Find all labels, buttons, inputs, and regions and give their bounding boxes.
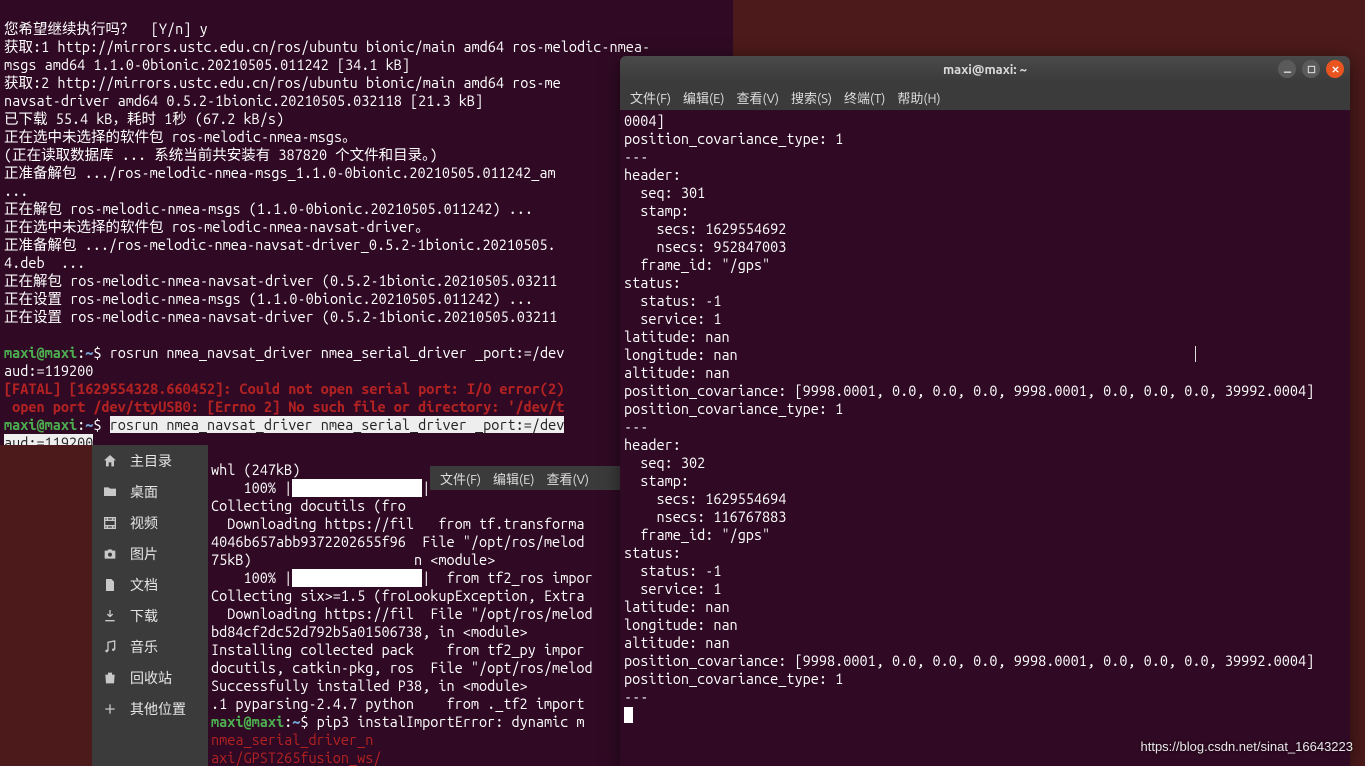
text-caret bbox=[1195, 346, 1196, 362]
command-text: pip3 instalImportError: dynamic m bbox=[317, 713, 585, 730]
command-highlighted: rosrun nmea_navsat_driver nmea_serial_dr… bbox=[110, 416, 565, 433]
command-text: rosrun nmea_navsat_driver nmea_serial_dr… bbox=[110, 344, 565, 361]
sidebar-item-label: 视频 bbox=[130, 513, 158, 533]
maximize-button[interactable] bbox=[1302, 60, 1320, 78]
sidebar-item-other[interactable]: 其他位置 bbox=[92, 693, 208, 724]
sidebar-item-label: 下载 bbox=[130, 606, 158, 626]
music-icon bbox=[102, 639, 118, 655]
menu-view[interactable]: 查看(V) bbox=[547, 469, 589, 488]
watermark: https://blog.csdn.net/sinat_16643223 bbox=[1141, 739, 1354, 754]
plus-icon bbox=[102, 701, 118, 717]
sidebar-item-trash[interactable]: 回收站 bbox=[92, 662, 208, 693]
prompt-user: maxi@maxi bbox=[4, 416, 77, 433]
menu-help[interactable]: 帮助(H) bbox=[897, 88, 940, 107]
sidebar-item-desktop[interactable]: 桌面 bbox=[92, 476, 208, 507]
sidebar-item-images[interactable]: 图片 bbox=[92, 538, 208, 569]
close-button[interactable] bbox=[1326, 60, 1344, 78]
menu-file[interactable]: 文件(F) bbox=[440, 469, 481, 488]
menubar: 文件(F) 编辑(E) 查看(V) 搜索(S) 终端(T) 帮助(H) bbox=[620, 84, 1350, 110]
prompt-user: maxi@maxi bbox=[4, 344, 77, 361]
menu-search[interactable]: 搜索(S) bbox=[791, 88, 832, 107]
right-terminal[interactable]: 0004] position_covariance_type: 1 --- he… bbox=[620, 110, 1350, 766]
sidebar-item-downloads[interactable]: 下载 bbox=[92, 600, 208, 631]
camera-icon bbox=[102, 546, 118, 562]
sidebar-item-videos[interactable]: 视频 bbox=[92, 507, 208, 538]
menu-view[interactable]: 查看(V) bbox=[737, 88, 779, 107]
window-title: maxi@maxi: ~ bbox=[943, 63, 1027, 77]
download-icon bbox=[102, 608, 118, 624]
sidebar-item-label: 主目录 bbox=[130, 451, 172, 471]
error-output: [FATAL] [1629554328.660452]: Could not o… bbox=[4, 380, 564, 415]
terminal-output: | from tf2_ros impor Collecting six>=1.5… bbox=[211, 569, 593, 712]
menu-edit[interactable]: 编辑(E) bbox=[683, 88, 724, 107]
progress-bar: xxxxxxxxxxx bbox=[292, 479, 422, 497]
trash-icon bbox=[102, 670, 118, 686]
sidebar-item-documents[interactable]: 文档 bbox=[92, 569, 208, 600]
pip-terminal-menubar: 文件(F) 编辑(E) 查看(V) bbox=[430, 466, 630, 490]
files-sidebar: 主目录 桌面 视频 图片 文档 下载 音乐 回收站 其他位置 bbox=[92, 445, 208, 766]
terminal-output: 您希望继续执行吗？ [Y/n] y 获取:1 http://mirrors.us… bbox=[4, 20, 650, 325]
home-icon bbox=[102, 453, 118, 469]
sidebar-item-label: 其他位置 bbox=[130, 699, 186, 719]
titlebar[interactable]: maxi@maxi: ~ bbox=[620, 56, 1350, 84]
folder-icon bbox=[102, 484, 118, 500]
film-icon bbox=[102, 515, 118, 531]
sidebar-item-label: 文档 bbox=[130, 575, 158, 595]
terminal-output: whl (247kB) 100% | bbox=[211, 461, 300, 496]
sidebar-item-label: 图片 bbox=[130, 544, 158, 564]
progress-bar: xxxxxxxxxxx bbox=[292, 569, 422, 587]
error-output: nmea_serial_driver_n axi/GPST265fusion_w… bbox=[211, 731, 382, 766]
minimize-button[interactable] bbox=[1278, 60, 1296, 78]
right-terminal-window: maxi@maxi: ~ 文件(F) 编辑(E) 查看(V) 搜索(S) 终端(… bbox=[620, 56, 1350, 766]
command-highlighted-cont: aud:=119200 bbox=[4, 434, 93, 445]
prompt-user: maxi@maxi bbox=[211, 713, 284, 730]
command-text-cont: aud:=119200 bbox=[4, 362, 93, 379]
menu-edit[interactable]: 编辑(E) bbox=[493, 469, 534, 488]
terminal-output: 0004] position_covariance_type: 1 --- he… bbox=[624, 112, 1314, 705]
sidebar-item-label: 桌面 bbox=[130, 482, 158, 502]
sidebar-item-music[interactable]: 音乐 bbox=[92, 631, 208, 662]
document-icon bbox=[102, 577, 118, 593]
sidebar-item-home[interactable]: 主目录 bbox=[92, 445, 208, 476]
sidebar-item-label: 音乐 bbox=[130, 637, 158, 657]
menu-file[interactable]: 文件(F) bbox=[630, 88, 671, 107]
cursor bbox=[624, 707, 633, 723]
sidebar-item-label: 回收站 bbox=[130, 668, 172, 688]
menu-terminal[interactable]: 终端(T) bbox=[844, 88, 885, 107]
